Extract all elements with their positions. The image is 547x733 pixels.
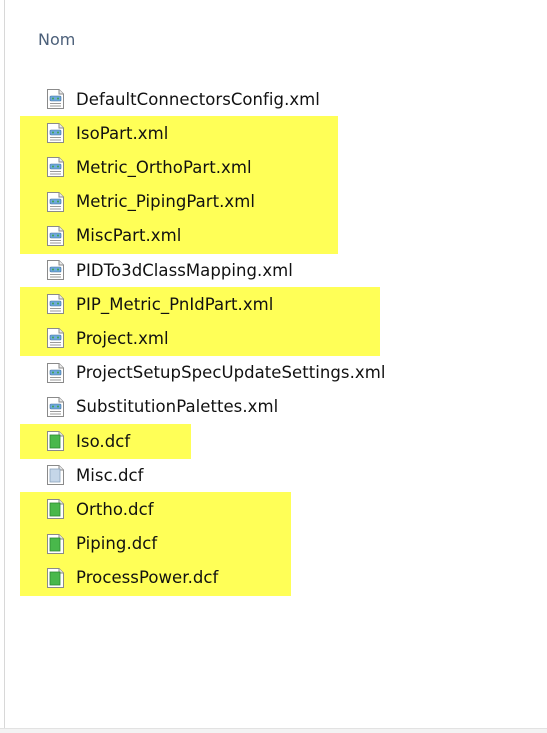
file-name-label: IsoPart.xml [76,123,169,143]
dcf-file-icon [47,567,64,588]
file-name-label: PIDTo3dClassMapping.xml [76,260,293,280]
xml-file-icon [47,191,64,212]
file-name-label: DefaultConnectorsConfig.xml [76,89,320,109]
xml-file-icon [47,123,64,144]
file-list-item[interactable]: Piping.dcf [46,527,157,561]
file-name-label: SubstitutionPalettes.xml [76,397,279,417]
dcf-file-icon [47,533,64,554]
dcf-file-icon [47,465,64,486]
panel-bottom-edge [0,728,547,733]
xml-file-icon [47,225,64,246]
file-list-item[interactable]: DefaultConnectorsConfig.xml [46,82,320,116]
file-name-label: Misc.dcf [76,465,144,485]
panel-left-border [4,0,5,733]
column-header-name[interactable]: Nom [38,30,75,50]
xml-file-icon [47,157,64,178]
file-list-item[interactable]: PIDTo3dClassMapping.xml [46,253,293,287]
file-list-item[interactable]: MiscPart.xml [46,219,181,253]
file-name-label: PIP_Metric_PnIdPart.xml [76,294,274,314]
file-name-label: Project.xml [76,328,169,348]
xml-file-icon [47,260,64,280]
file-name-label: Piping.dcf [76,534,158,554]
dcf-file-icon [47,431,64,451]
xml-file-icon [47,362,64,383]
xml-file-icon [47,89,64,109]
file-list-item[interactable]: Iso.dcf [46,424,130,458]
file-name-label: Iso.dcf [76,431,131,451]
file-name-label: Metric_PipingPart.xml [76,192,255,212]
file-name-label: MiscPart.xml [76,226,182,246]
file-list-item[interactable]: SubstitutionPalettes.xml [46,390,278,424]
file-list-item[interactable]: Metric_OrthoPart.xml [46,150,252,184]
file-name-label: ProcessPower.dcf [76,568,219,588]
xml-file-icon [47,328,64,349]
file-list-item[interactable]: ProjectSetupSpecUpdateSettings.xml [46,356,385,390]
file-name-label: Metric_OrthoPart.xml [76,157,252,177]
file-list-item[interactable]: IsoPart.xml [46,116,168,150]
xml-file-icon [47,294,64,315]
file-name-label: Ortho.dcf [76,499,154,519]
file-list-item[interactable]: ProcessPower.dcf [46,561,218,595]
xml-file-icon [47,396,64,417]
dcf-file-icon [47,499,64,520]
file-list-item[interactable]: Ortho.dcf [46,492,154,526]
file-list-panel: Nom DefaultConnectorsConfig.xml IsoPart.x… [0,0,547,733]
file-list-item[interactable]: PIP_Metric_PnIdPart.xml [46,287,273,321]
file-list-item[interactable]: Misc.dcf [46,458,144,492]
file-list-item[interactable]: Metric_PipingPart.xml [46,185,255,219]
file-list-item[interactable]: Project.xml [46,321,169,355]
file-name-label: ProjectSetupSpecUpdateSettings.xml [76,363,386,383]
